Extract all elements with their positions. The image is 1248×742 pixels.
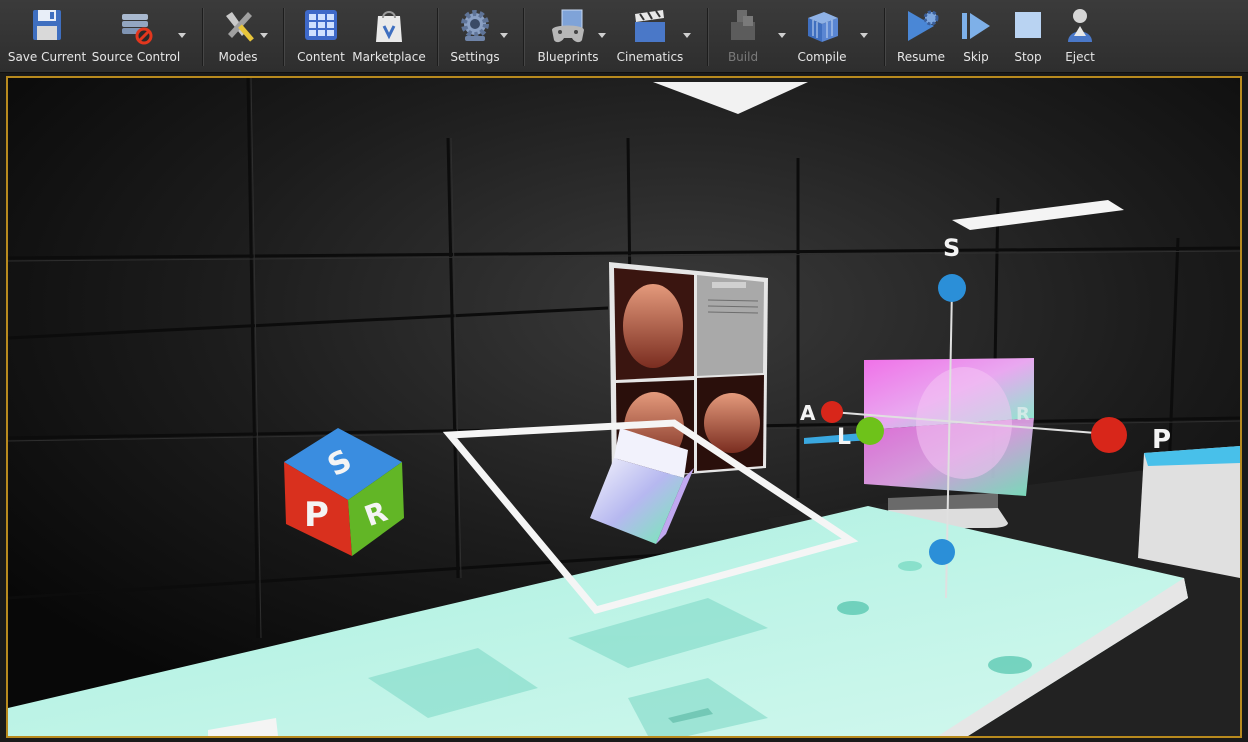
eject-person-icon — [1068, 9, 1092, 42]
mri-controls-panel — [697, 275, 764, 376]
content-grid-icon — [305, 10, 337, 40]
toolbar-separator — [283, 8, 285, 66]
posterior-handle[interactable] — [1091, 417, 1127, 453]
save-current-button[interactable]: Save Current — [7, 6, 87, 68]
build-dropdown-icon[interactable] — [777, 30, 787, 40]
cube-label-front: P — [304, 495, 329, 535]
skip-frame-icon — [962, 13, 990, 39]
stop-button[interactable]: Stop — [1008, 6, 1048, 68]
left-handle[interactable] — [856, 417, 884, 445]
blueprints-gamepad-icon — [552, 9, 584, 43]
viewport-scene[interactable]: S A L P R S P R — [8, 78, 1240, 736]
inferior-handle[interactable] — [929, 539, 955, 565]
eject-button[interactable]: Eject — [1060, 6, 1100, 68]
build-label: Build — [727, 50, 759, 64]
axis-label-right: R — [1016, 404, 1030, 425]
cinematics-label: Cinematics — [616, 50, 684, 64]
superior-handle[interactable] — [938, 274, 966, 302]
toolbar-separator — [202, 8, 204, 66]
clapperboard-icon — [635, 10, 665, 42]
content-label: Content — [297, 50, 345, 64]
settings-label: Settings — [450, 50, 500, 64]
gear-icon — [461, 10, 489, 41]
skip-button[interactable]: Skip — [956, 6, 996, 68]
settings-dropdown-icon[interactable] — [499, 30, 509, 40]
build-blocks-icon — [731, 10, 755, 40]
stop-square-icon — [1015, 12, 1041, 38]
stop-label: Stop — [1014, 50, 1042, 64]
mri-sagittal-slice — [704, 393, 760, 453]
blueprints-button[interactable]: Blueprints — [536, 6, 600, 68]
level-viewport[interactable]: S A L P R S P R — [6, 76, 1242, 738]
marketplace-bag-icon — [376, 11, 402, 42]
source-control-icon — [122, 14, 153, 45]
resume-label: Resume — [896, 50, 946, 64]
modes-button[interactable]: Modes — [214, 6, 262, 68]
toolbar-separator — [523, 8, 525, 66]
build-button[interactable]: Build — [720, 6, 766, 68]
axis-label-anterior: A — [800, 401, 816, 425]
resume-button[interactable]: Resume — [896, 6, 946, 68]
cinematics-button[interactable]: Cinematics — [616, 6, 684, 68]
source-control-dropdown-icon[interactable] — [177, 30, 187, 40]
toolbar-separator — [437, 8, 439, 66]
mri-dropdown[interactable] — [712, 282, 746, 288]
axis-label-superior: S — [943, 234, 960, 262]
compile-label: Compile — [797, 50, 847, 64]
eject-label: Eject — [1065, 50, 1095, 64]
cinematics-dropdown-icon[interactable] — [682, 30, 692, 40]
tools-icon — [226, 12, 254, 42]
source-control-button[interactable]: Source Control — [92, 6, 180, 68]
save-current-label: Save Current — [7, 50, 87, 64]
settings-button[interactable]: Settings — [450, 6, 500, 68]
blueprints-dropdown-icon[interactable] — [597, 30, 607, 40]
compile-cube-icon — [808, 12, 838, 42]
main-toolbar: Save Current Source Control Modes Conten… — [0, 0, 1248, 73]
compile-dropdown-icon[interactable] — [859, 30, 869, 40]
axis-label-posterior: P — [1152, 425, 1171, 455]
modes-label: Modes — [218, 50, 258, 64]
modes-dropdown-icon[interactable] — [259, 30, 269, 40]
play-gear-icon — [908, 10, 939, 41]
mri-axial-slice — [623, 284, 683, 368]
marketplace-button[interactable]: Marketplace — [352, 6, 426, 68]
anterior-handle[interactable] — [821, 401, 843, 423]
content-button[interactable]: Content — [296, 6, 346, 68]
compile-button[interactable]: Compile — [796, 6, 848, 68]
axis-label-left: L — [837, 425, 851, 450]
blueprints-label: Blueprints — [537, 50, 599, 64]
toolbar-separator — [884, 8, 886, 66]
toolbar-separator — [707, 8, 709, 66]
source-control-label: Source Control — [91, 50, 181, 64]
skip-label: Skip — [963, 50, 989, 64]
marketplace-label: Marketplace — [352, 50, 426, 64]
floppy-disk-icon — [33, 10, 61, 40]
